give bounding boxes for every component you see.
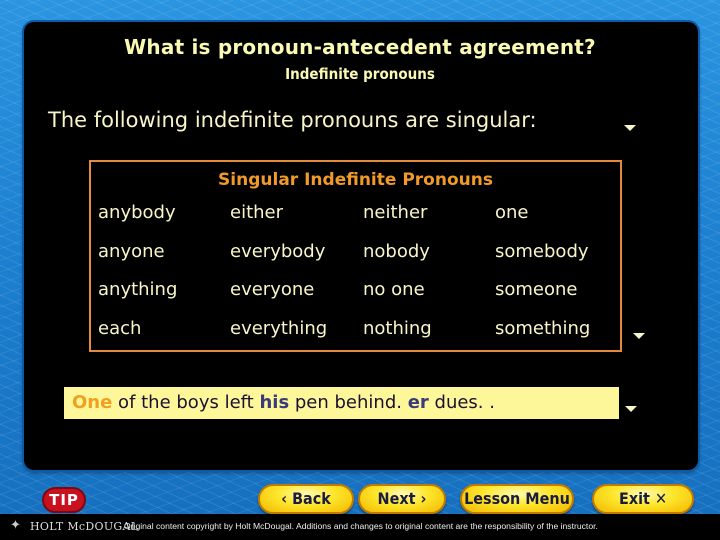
table-title: Singular Indefinite Pronouns bbox=[218, 170, 493, 190]
tip-button[interactable]: TIP bbox=[42, 487, 86, 513]
example-sentence: One of the boys left his pen behind. er … bbox=[64, 387, 619, 419]
exit-button[interactable]: Exit ✕ bbox=[592, 484, 694, 514]
lead-text: The following indefinite pronouns are si… bbox=[48, 108, 537, 132]
publisher-logo-text: HOLT McDOUGAL bbox=[30, 520, 139, 533]
back-button[interactable]: ‹ Back bbox=[258, 484, 354, 514]
holt-mcdougal-logo-icon: ✦ bbox=[10, 518, 21, 533]
lesson-menu-button[interactable]: Lesson Menu bbox=[460, 484, 574, 514]
table-cell: anybody bbox=[98, 202, 176, 223]
table-cell: someone bbox=[495, 279, 578, 300]
table-cell: nothing bbox=[363, 318, 432, 339]
table-cell: no one bbox=[363, 279, 425, 300]
advance-arrow-icon[interactable] bbox=[625, 406, 637, 412]
example-text: of the boys left bbox=[112, 392, 260, 413]
table-cell: everybody bbox=[230, 241, 326, 262]
table-cell: somebody bbox=[495, 241, 589, 262]
advance-arrow-icon[interactable] bbox=[633, 333, 645, 339]
next-button[interactable]: Next › bbox=[358, 484, 446, 514]
example-text: pen behind. bbox=[289, 392, 408, 413]
example-text: dues. . bbox=[428, 392, 495, 413]
slide-title: What is pronoun-antecedent agreement? bbox=[124, 35, 596, 59]
table-cell: anything bbox=[98, 279, 178, 300]
slide-subtitle: Indefinite pronouns bbox=[285, 65, 435, 83]
table-cell: anyone bbox=[98, 241, 165, 262]
copyright-text: Original content copyright by Holt McDou… bbox=[124, 521, 598, 531]
pronoun-table: Singular Indefinite Pronouns anybody eit… bbox=[89, 160, 622, 352]
footer: ✦ HOLT McDOUGAL Original content copyrig… bbox=[0, 514, 720, 540]
table-cell: nobody bbox=[363, 241, 430, 262]
table-cell: each bbox=[98, 318, 142, 339]
overlap-pronoun-fragment: er bbox=[407, 392, 429, 413]
advance-arrow-icon[interactable] bbox=[624, 125, 636, 131]
table-cell: something bbox=[495, 318, 591, 339]
table-cell: either bbox=[230, 202, 284, 223]
table-cell: neither bbox=[363, 202, 428, 223]
table-cell: everything bbox=[230, 318, 328, 339]
table-cell: everyone bbox=[230, 279, 315, 300]
antecedent-word: One bbox=[72, 392, 113, 413]
table-cell: one bbox=[495, 202, 529, 223]
pronoun-word: his bbox=[259, 392, 290, 413]
